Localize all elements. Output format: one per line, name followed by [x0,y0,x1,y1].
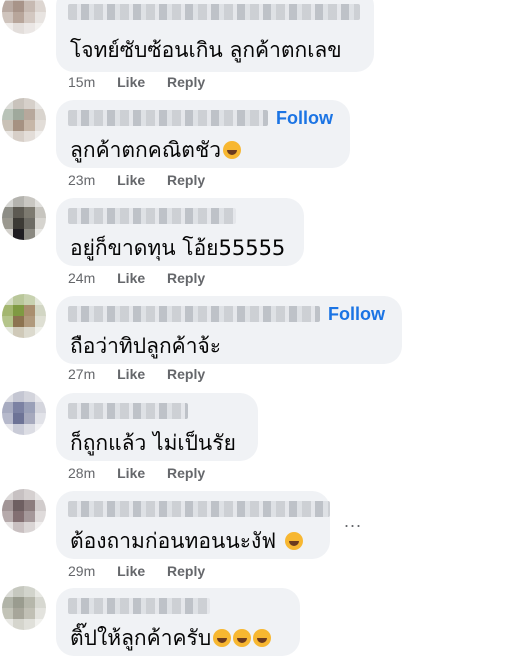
commenter-name-blurred[interactable] [68,306,320,322]
reply-button[interactable]: Reply [167,270,205,286]
like-button[interactable]: Like [117,172,145,188]
comment-time[interactable]: 24m [68,270,95,286]
rofl-emoji-icon [213,629,232,647]
comment-text: ก็ถูกแล้ว ไม่เป็นรัย [70,431,236,455]
reply-button[interactable]: Reply [167,465,205,481]
comment-time[interactable]: 15m [68,74,95,90]
comment-meta: 27m Like Reply [68,366,223,382]
avatar[interactable] [2,98,46,142]
comment-meta: 28m Like Reply [68,465,223,481]
like-button[interactable]: Like [117,366,145,382]
comment-text: ถือว่าทิปลูกค้าจ้ะ [70,334,222,358]
like-button[interactable]: Like [117,465,145,481]
comment-meta: 29m Like Reply [68,563,223,579]
flushed-emoji-icon [284,532,303,550]
comment-time[interactable]: 29m [68,563,95,579]
commenter-name-blurred[interactable] [68,4,360,20]
commenter-name-blurred[interactable] [68,501,330,517]
comment-text: โจทย์ซับซ้อนเกิน ลูกค้าตกเลข [70,38,342,62]
comment-time[interactable]: 28m [68,465,95,481]
commenter-name-blurred[interactable] [68,110,268,126]
comment-bubble: Follow ลูกค้าตกคณิตชัว [56,100,350,168]
comment-text: ติ๊ปให้ลูกค้าครับ [70,622,272,655]
comment-time[interactable]: 23m [68,172,95,188]
more-options-button[interactable]: ... [344,511,362,532]
avatar[interactable] [2,391,46,435]
follow-button[interactable]: Follow [328,304,385,325]
comment-text-content: ติ๊ปให้ลูกค้าครับ [70,626,212,650]
comment-time[interactable]: 27m [68,366,95,382]
comment-bubble: ต้องถามก่อนทอนนะงัฟ [56,491,330,559]
reply-button[interactable]: Reply [167,563,205,579]
reply-button[interactable]: Reply [167,366,205,382]
follow-button[interactable]: Follow [276,108,333,129]
comment-bubble: อยู่ก็ขาดทุน โอ้ย55555 [56,198,304,266]
avatar[interactable] [2,196,46,240]
comment-meta: 15m Like Reply [68,74,223,90]
comment-bubble: ก็ถูกแล้ว ไม่เป็นรัย [56,393,258,461]
like-button[interactable]: Like [117,74,145,90]
comment-bubble: Follow ถือว่าทิปลูกค้าจ้ะ [56,296,402,364]
like-button[interactable]: Like [117,270,145,286]
commenter-name-blurred[interactable] [68,598,210,614]
avatar[interactable] [2,294,46,338]
reply-button[interactable]: Reply [167,74,205,90]
comment-meta: 24m Like Reply [68,270,223,286]
comment-text: อยู่ก็ขาดทุน โอ้ย55555 [70,236,286,260]
comment-text: ลูกค้าตกคณิตชัว [70,134,241,167]
rofl-emoji-icon [233,629,252,647]
comment-meta: 23m Like Reply [68,172,223,188]
avatar[interactable] [2,489,46,533]
rofl-emoji-icon [223,141,241,159]
comment-text-content: ลูกค้าตกคณิตชัว [70,138,221,162]
rofl-emoji-icon [253,629,272,647]
comment-text-content: ต้องถามก่อนทอนนะงัฟ [70,529,277,553]
commenter-name-blurred[interactable] [68,403,188,419]
comment-text: ต้องถามก่อนทอนนะงัฟ [70,525,303,558]
like-button[interactable]: Like [117,563,145,579]
avatar[interactable] [2,0,46,34]
comment-bubble: โจทย์ซับซ้อนเกิน ลูกค้าตกเลข [56,0,374,72]
reply-button[interactable]: Reply [167,172,205,188]
avatar[interactable] [2,586,46,630]
commenter-name-blurred[interactable] [68,208,236,224]
comment-bubble: ติ๊ปให้ลูกค้าครับ [56,588,300,656]
